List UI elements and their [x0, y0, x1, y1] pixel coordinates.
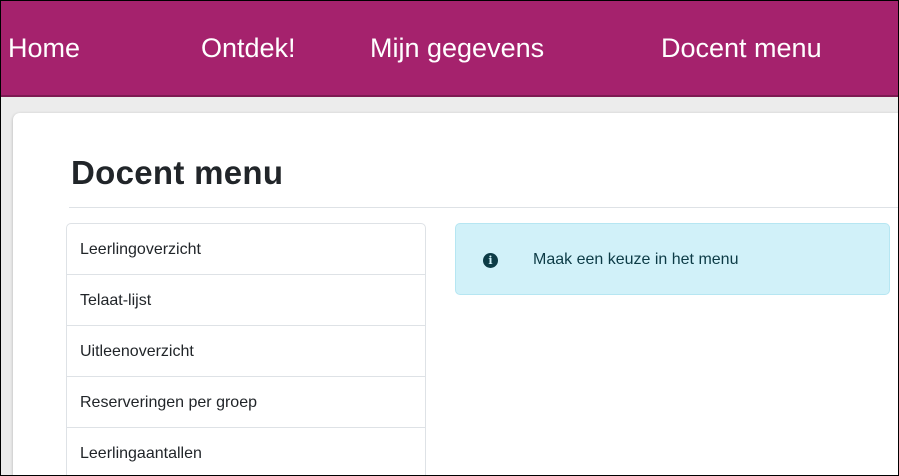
menu-item-telaat-lijst[interactable]: Telaat-lijst [67, 275, 425, 326]
page-title: Docent menu [71, 154, 284, 191]
alert-message: Maak een keuze in het menu [533, 251, 739, 268]
info-icon: i [483, 253, 498, 268]
nav-link-home[interactable]: Home [8, 31, 80, 65]
top-navbar: Home Ontdek! Mijn gegevens Docent menu [1, 1, 898, 97]
info-alert: i Maak een keuze in het menu [455, 223, 890, 295]
nav-link-docent-menu[interactable]: Docent menu [661, 31, 822, 65]
menu-item-leerlingoverzicht[interactable]: Leerlingoverzicht [67, 224, 425, 275]
browser-viewport: Home Ontdek! Mijn gegevens Docent menu D… [0, 0, 899, 476]
docent-menu-list: Leerlingoverzicht Telaat-lijst Uitleenov… [66, 223, 426, 475]
title-divider [69, 207, 898, 208]
menu-item-reserveringen-per-groep[interactable]: Reserveringen per groep [67, 377, 425, 428]
menu-item-leerlingaantallen[interactable]: Leerlingaantallen [67, 428, 425, 475]
menu-item-uitleenoverzicht[interactable]: Uitleenoverzicht [67, 326, 425, 377]
nav-link-mijn-gegevens[interactable]: Mijn gegevens [370, 31, 544, 65]
nav-link-ontdek[interactable]: Ontdek! [201, 31, 296, 65]
